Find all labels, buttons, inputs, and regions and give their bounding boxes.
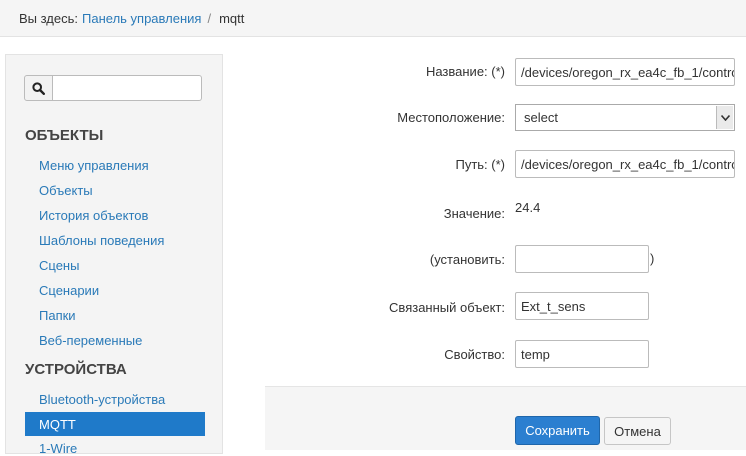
cancel-button[interactable]: Отмена [604, 417, 671, 445]
location-select-value: select [524, 110, 558, 125]
search-input[interactable] [53, 75, 202, 101]
set-label: (установить: [429, 252, 505, 267]
sidebar-item-web-variables[interactable]: Веб-переменные [39, 333, 142, 348]
sidebar-item-objects[interactable]: Объекты [39, 183, 93, 198]
sidebar-item-scenes[interactable]: Сцены [39, 258, 79, 273]
sidebar-item-object-history[interactable]: История объектов [39, 208, 148, 223]
sidebar-item-behavior-templates[interactable]: Шаблоны поведения [39, 233, 164, 248]
form-actions-bar [265, 386, 746, 450]
path-label: Путь: (*) [455, 157, 505, 172]
sidebar: ОБЪЕКТЫ Меню управления Объекты История … [5, 54, 223, 456]
property-label: Свойство: [444, 347, 505, 362]
set-value-input[interactable] [515, 245, 649, 273]
path-field[interactable]: /devices/oregon_rx_ea4c_fb_1/controls/te… [515, 150, 735, 178]
location-select[interactable]: select [515, 104, 735, 131]
search-button[interactable] [24, 75, 53, 101]
name-field[interactable]: /devices/oregon_rx_ea4c_fb_1/controls/te… [515, 58, 735, 86]
breadcrumb-separator: / [207, 10, 212, 26]
name-label: Название: (*) [425, 64, 505, 79]
search-icon [32, 81, 45, 95]
chevron-down-icon [716, 106, 733, 129]
section-title-devices: УСТРОЙСТВА [25, 361, 127, 378]
breadcrumb-current: mqtt [219, 10, 245, 26]
sidebar-item-control-menu[interactable]: Меню управления [39, 158, 149, 173]
breadcrumb: Вы здесь: Панель управления / mqtt [0, 0, 746, 37]
sidebar-item-folders[interactable]: Папки [39, 308, 76, 323]
sidebar-item-mqtt[interactable]: MQTT [25, 412, 205, 436]
property-field[interactable]: temp [515, 340, 649, 368]
sidebar-item-1wire[interactable]: 1-Wire [39, 441, 77, 456]
breadcrumb-link-control-panel[interactable]: Панель управления [82, 11, 201, 26]
save-button[interactable]: Сохранить [515, 416, 600, 445]
sidebar-item-bluetooth[interactable]: Bluetooth-устройства [39, 392, 165, 407]
linked-object-label: Связанный объект: [389, 300, 505, 315]
sidebar-item-scripts[interactable]: Сценарии [39, 283, 99, 298]
value-label: Значение: [443, 206, 505, 221]
location-label: Местоположение: [397, 110, 505, 125]
breadcrumb-prefix: Вы здесь: [19, 10, 79, 26]
sidebar-search [24, 75, 202, 101]
set-close-paren: ) [650, 251, 655, 266]
section-title-objects: ОБЪЕКТЫ [25, 127, 104, 144]
linked-object-field[interactable]: Ext_t_sens [515, 292, 649, 320]
current-value: 24.4 [515, 200, 541, 215]
